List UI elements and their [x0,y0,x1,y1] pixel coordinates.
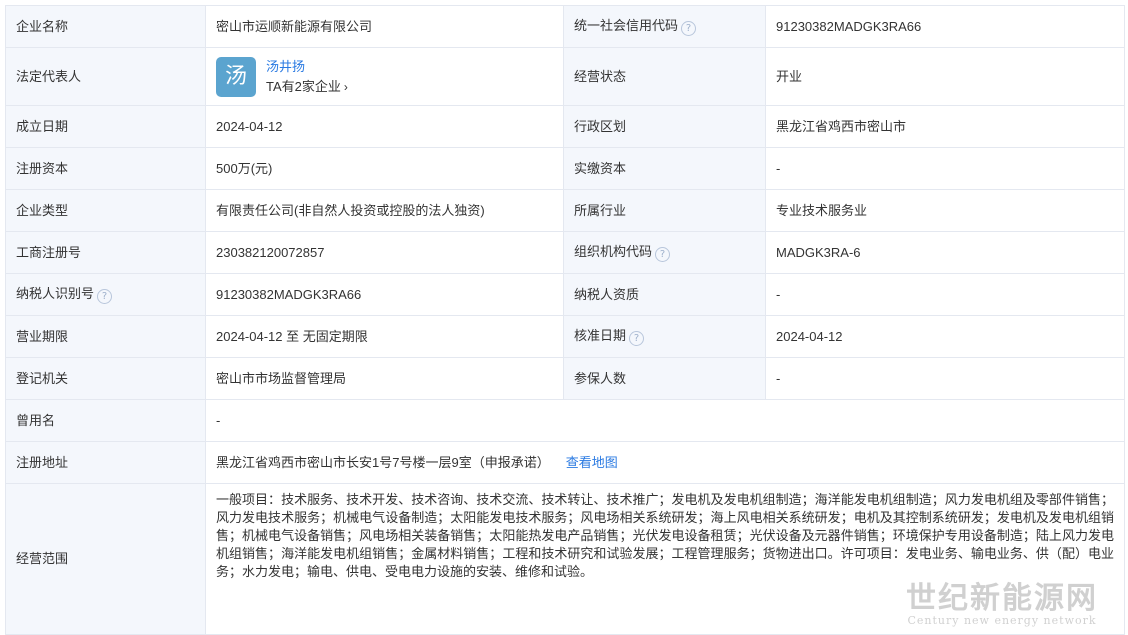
value-insured-count: - [765,357,1125,400]
row-former-name: 曾用名 - [5,399,1125,442]
help-icon[interactable]: ? [629,331,645,346]
value-former-name: - [205,399,1125,442]
label-approval-date-text: 核准日期 [574,328,627,343]
value-reg-capital: 500万(元) [205,147,564,190]
value-status: 开业 [765,47,1125,106]
value-business-scope: 一般项目：技术服务、技术开发、技术咨询、技术交流、技术转让、技术推广；发电机及发… [205,483,1125,635]
label-former-name: 曾用名 [5,399,206,442]
row-scope: 经营范围 一般项目：技术服务、技术开发、技术咨询、技术交流、技术转让、技术推广；… [5,483,1125,635]
value-reg-number: 230382120072857 [205,231,564,274]
label-founded: 成立日期 [5,105,206,148]
label-business-term: 营业期限 [5,315,206,358]
help-icon[interactable]: ? [681,21,697,36]
label-company-type: 企业类型 [5,189,206,232]
label-credit-code: 统一社会信用代码? [563,5,766,48]
label-reg-authority: 登记机关 [5,357,206,400]
legal-rep-companies-link[interactable]: TA有2家企业 › [266,77,348,97]
value-taxpayer-id: 91230382MADGK3RA66 [205,273,564,316]
row-term: 营业期限 2024-04-12 至 无固定期限 核准日期? 2024-04-12 [5,315,1125,358]
value-org-code: MADGK3RA-6 [765,231,1125,274]
label-reg-number: 工商注册号 [5,231,206,274]
avatar[interactable]: 汤 [216,56,256,97]
row-legal-rep: 法定代表人 汤 汤井扬 TA有2家企业 › 经营状态 开业 [5,47,1125,106]
value-reg-authority: 密山市市场监督管理局 [205,357,564,400]
row-address: 注册地址 黑龙江省鸡西市密山市长安1号7号楼一层9室（申报承诺） 查看地图 [5,441,1125,484]
label-region: 行政区划 [563,105,766,148]
company-info-table: 企业名称 密山市运顺新能源有限公司 统一社会信用代码? 91230382MADG… [5,5,1125,635]
label-address: 注册地址 [5,441,206,484]
help-icon[interactable]: ? [97,289,113,304]
chevron-right-icon: › [343,79,348,94]
label-paid-capital: 实缴资本 [563,147,766,190]
row-capital: 注册资本 500万(元) 实缴资本 - [5,147,1125,190]
label-status: 经营状态 [563,47,766,106]
legal-rep-name-link[interactable]: 汤井扬 [266,57,348,77]
value-company-name: 密山市运顺新能源有限公司 [205,5,564,48]
value-approval-date: 2024-04-12 [765,315,1125,358]
row-type: 企业类型 有限责任公司(非自然人投资或控股的法人独资) 所属行业 专业技术服务业 [5,189,1125,232]
label-taxpayer-qual: 纳税人资质 [563,273,766,316]
value-business-term: 2024-04-12 至 无固定期限 [205,315,564,358]
label-approval-date: 核准日期? [563,315,766,358]
label-industry: 所属行业 [563,189,766,232]
row-company-name: 企业名称 密山市运顺新能源有限公司 统一社会信用代码? 91230382MADG… [5,5,1125,48]
address-text: 黑龙江省鸡西市密山市长安1号7号楼一层9室（申报承诺） [216,454,550,470]
label-org-code-text: 组织机构代码 [574,244,653,259]
help-icon[interactable]: ? [655,247,671,262]
label-company-name: 企业名称 [5,5,206,48]
label-taxpayer-id: 纳税人识别号? [5,273,206,316]
label-taxpayer-id-text: 纳税人识别号 [16,286,95,301]
view-map-link[interactable]: 查看地图 [566,455,618,470]
row-reg-number: 工商注册号 230382120072857 组织机构代码? MADGK3RA-6 [5,231,1125,274]
label-legal-rep: 法定代表人 [5,47,206,106]
value-address: 黑龙江省鸡西市密山市长安1号7号楼一层9室（申报承诺） 查看地图 [205,441,1125,484]
value-industry: 专业技术服务业 [765,189,1125,232]
legal-rep-companies-text: TA有2家企业 [266,78,341,94]
legal-rep-info: 汤井扬 TA有2家企业 › [266,57,348,97]
legal-rep-block: 汤 汤井扬 TA有2家企业 › [216,56,553,97]
label-reg-capital: 注册资本 [5,147,206,190]
label-org-code: 组织机构代码? [563,231,766,274]
row-founded: 成立日期 2024-04-12 行政区划 黑龙江省鸡西市密山市 [5,105,1125,148]
value-company-type: 有限责任公司(非自然人投资或控股的法人独资) [205,189,564,232]
value-founded: 2024-04-12 [205,105,564,148]
value-paid-capital: - [765,147,1125,190]
value-region: 黑龙江省鸡西市密山市 [765,105,1125,148]
label-credit-code-text: 统一社会信用代码 [574,18,679,33]
value-taxpayer-qual: - [765,273,1125,316]
value-credit-code: 91230382MADGK3RA66 [765,5,1125,48]
value-legal-rep: 汤 汤井扬 TA有2家企业 › [205,47,564,106]
label-insured-count: 参保人数 [563,357,766,400]
row-authority: 登记机关 密山市市场监督管理局 参保人数 - [5,357,1125,400]
label-business-scope: 经营范围 [5,483,206,635]
row-taxpayer: 纳税人识别号? 91230382MADGK3RA66 纳税人资质 - [5,273,1125,316]
